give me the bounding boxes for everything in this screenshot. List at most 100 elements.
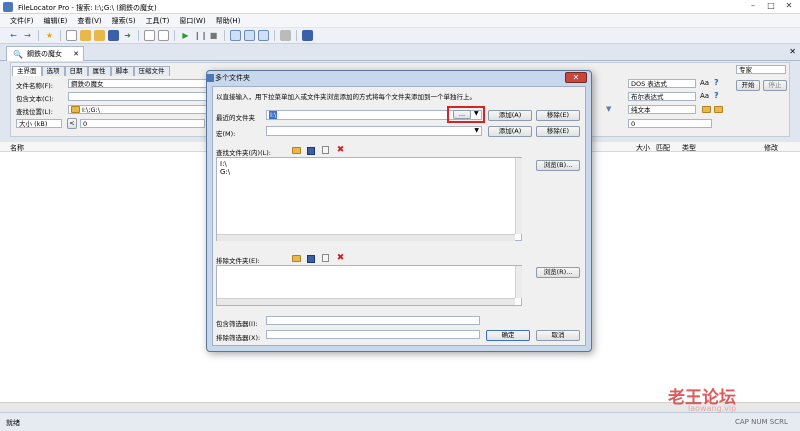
open-folder-icon[interactable] <box>292 147 301 154</box>
search-folders-hscroll[interactable] <box>217 234 515 241</box>
browse-search-button[interactable]: 浏览(B)... <box>536 160 580 171</box>
delete-icon[interactable]: ✖ <box>336 254 345 263</box>
menu-edit[interactable]: 编辑(E) <box>44 16 68 26</box>
panes-icon[interactable] <box>244 30 255 41</box>
dialog-title: 多个文件夹 <box>215 74 250 82</box>
remove-macro-button[interactable]: 移除(E) <box>536 126 580 137</box>
export-icon[interactable]: ➜ <box>122 30 133 41</box>
tab-options[interactable]: 选项 <box>41 66 65 76</box>
back-arrow-icon[interactable]: ← <box>8 30 19 41</box>
tab-script[interactable]: 脚本 <box>110 66 134 76</box>
tab-attributes[interactable]: 属性 <box>87 66 111 76</box>
contains-text-label: 包含文本(C): <box>16 95 54 103</box>
exclude-filter-label: 排除筛选器(X): <box>216 334 261 342</box>
open-folder-icon[interactable] <box>80 30 91 41</box>
play-icon[interactable]: ▶ <box>180 30 191 41</box>
save-icon[interactable] <box>108 30 119 41</box>
paste-icon[interactable] <box>158 30 169 41</box>
exclude-folders-label: 排除文件夹(E): <box>216 257 260 265</box>
menu-file[interactable]: 文件(F) <box>10 16 34 26</box>
search-folders-vscroll[interactable] <box>515 158 522 234</box>
menu-window[interactable]: 窗口(W) <box>179 16 205 26</box>
ok-button[interactable]: 确定 <box>486 330 530 341</box>
help-icon[interactable]: ? <box>714 78 719 87</box>
dropdown-arrow-icon[interactable]: ▼ <box>474 110 479 117</box>
book-icon[interactable] <box>302 30 313 41</box>
exclude-folders-hscroll[interactable] <box>217 298 515 305</box>
case-sensitive-icon-2[interactable]: Aa <box>700 92 709 100</box>
add-folder-button[interactable]: 添加(A) <box>488 110 532 121</box>
include-filter-input[interactable] <box>266 316 480 325</box>
layout-icon[interactable] <box>258 30 269 41</box>
dialog-close-button[interactable]: ✕ <box>565 72 587 83</box>
print-icon[interactable] <box>280 30 291 41</box>
case-sensitive-icon[interactable]: Aa <box>700 79 709 87</box>
tab-main[interactable]: 主界面 <box>12 66 42 76</box>
look-in-input[interactable]: I:\;G:\ <box>68 105 208 114</box>
recent-folders-label: 最近的文件夹 <box>216 114 255 122</box>
folder-open-icon[interactable] <box>714 106 723 113</box>
help-icon-2[interactable]: ? <box>714 91 719 100</box>
cancel-button[interactable]: 取消 <box>536 330 580 341</box>
save-icon[interactable] <box>307 147 315 155</box>
menu-search[interactable]: 搜索(S) <box>112 16 136 26</box>
close-button[interactable]: ✕ <box>781 1 797 12</box>
forward-arrow-icon[interactable]: → <box>22 30 33 41</box>
size-compare-button[interactable]: < <box>67 118 77 129</box>
add-macro-button[interactable]: 添加(A) <box>488 126 532 137</box>
search-folders-label: 查找文件夹(内)(L): <box>216 149 271 157</box>
recent-folders-value: I:\ <box>269 111 278 119</box>
exclude-folders-vscroll[interactable] <box>515 266 522 298</box>
text-type-select[interactable]: 纯文本 <box>628 105 696 114</box>
browse-ellipsis-button[interactable]: ... <box>453 110 471 119</box>
close-icon[interactable]: ✕ <box>73 50 79 58</box>
search-folders-textarea[interactable]: I:\ G:\ <box>216 157 522 241</box>
title-bar: FileLocator Pro - 搜索: I:\;G:\ (鋼鉄の魔女) – … <box>0 0 800 14</box>
pause-icon[interactable]: ❙❙ <box>194 30 207 41</box>
macro-select[interactable]: ▼ <box>266 126 482 136</box>
dropdown-arrow-icon: ▼ <box>474 127 479 134</box>
tab-date[interactable]: 日期 <box>64 66 88 76</box>
tab-search[interactable]: 🔍 鋼鉄の魔女 ✕ <box>6 46 84 61</box>
watermark-url: laowang.vip <box>688 404 737 413</box>
save-icon[interactable] <box>307 255 315 263</box>
browse-exclude-button[interactable]: 浏览(R)... <box>536 267 580 278</box>
size-from-input[interactable]: 0 <box>80 119 205 128</box>
start-button[interactable]: 开始 <box>736 80 760 91</box>
menu-help[interactable]: 帮助(H) <box>216 16 241 26</box>
view-icon[interactable] <box>230 30 241 41</box>
exclude-filter-input[interactable] <box>266 330 480 339</box>
delete-icon[interactable]: ✖ <box>336 146 345 155</box>
stop-icon[interactable]: ■ <box>208 30 219 41</box>
search-folder-line: G:\ <box>220 168 231 176</box>
size-to-input[interactable]: 0 <box>628 119 712 128</box>
stop-button[interactable]: 停止 <box>763 80 787 91</box>
expr-type-select-1[interactable]: DOS 表达式 <box>628 79 696 88</box>
search-icon: 🔍 <box>13 49 23 59</box>
expr-type-select-2[interactable]: 布尔表达式 <box>628 92 696 101</box>
favorites-star-icon[interactable]: ★ <box>44 30 55 41</box>
filter-icon[interactable]: ▼ <box>606 105 611 113</box>
copy-icon[interactable] <box>322 146 329 154</box>
size-select-value: 大小 (kB) <box>19 120 48 128</box>
copy-icon[interactable] <box>144 30 155 41</box>
copy-icon[interactable] <box>322 254 329 262</box>
tab-archive[interactable]: 压缩文件 <box>133 66 170 76</box>
open-folder-icon[interactable] <box>292 255 301 262</box>
include-filter-label: 包含筛选器(I): <box>216 320 258 328</box>
file-name-label: 文件名称(F): <box>16 82 54 90</box>
menu-tools[interactable]: 工具(T) <box>146 16 170 26</box>
maximize-button[interactable]: □ <box>763 1 779 12</box>
file-name-input[interactable]: 鋼鉄の魔女 <box>68 79 208 88</box>
folder-icon[interactable] <box>94 30 105 41</box>
size-select[interactable]: 大小 (kB) <box>16 119 62 128</box>
minimize-button[interactable]: – <box>745 1 761 12</box>
remove-folder-button[interactable]: 移除(E) <box>536 110 580 121</box>
new-document-icon[interactable] <box>66 30 77 41</box>
close-tab-icon[interactable]: ✕ <box>789 47 796 56</box>
contains-text-input[interactable] <box>68 92 208 101</box>
folder-icon[interactable] <box>702 106 711 113</box>
profile-select[interactable]: 专家 <box>736 65 786 74</box>
menu-view[interactable]: 查看(V) <box>77 16 101 26</box>
status-text: 就绪 <box>6 419 20 427</box>
